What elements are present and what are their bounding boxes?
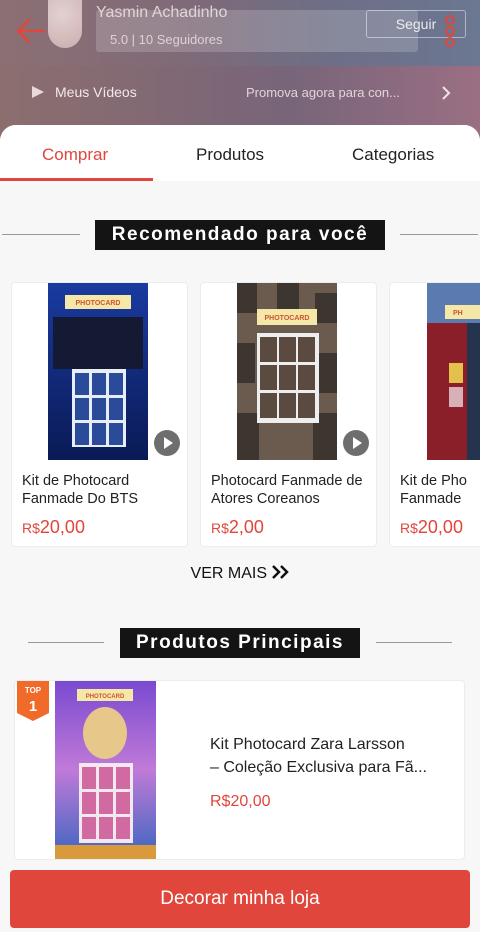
top-badge-label: TOP xyxy=(25,686,42,695)
chevron-right-icon xyxy=(442,86,451,100)
image-label: PH xyxy=(453,310,463,317)
my-videos-label: Meus Vídeos xyxy=(55,84,137,100)
price-value: 20,00 xyxy=(417,517,463,537)
image-label: PHOTOCARD xyxy=(86,694,125,700)
more-options-icon[interactable] xyxy=(440,14,460,48)
tab-bar: Comprar Produtos Categorias xyxy=(0,125,480,181)
product-title-continued: – Coleção Exclusiva para Fã... xyxy=(210,759,427,776)
product-image: PHOTOCARD xyxy=(55,681,156,859)
product-title-line: Kit de Photocard xyxy=(22,473,130,489)
divider xyxy=(28,642,104,643)
currency-symbol: R$ xyxy=(211,520,229,536)
tab-products[interactable]: Produtos xyxy=(196,145,264,165)
shop-name[interactable]: Yasmin Achadinho xyxy=(96,4,227,22)
product-card[interactable]: PH Kit de Pho Fanmade R$20,00 xyxy=(389,282,480,547)
recommended-carousel[interactable]: PHOTOCARD Kit de Photocard Fanmade Do BT… xyxy=(0,282,480,547)
shop-stats: 5.0 | 10 Seguidores xyxy=(110,32,223,47)
my-videos-row[interactable]: Meus Vídeos Promova agora para con... xyxy=(0,80,480,108)
product-price: R$20,00 xyxy=(400,517,463,538)
product-title: Kit de Photocard Fanmade Do BTS xyxy=(22,472,184,508)
currency-symbol: R$ xyxy=(400,520,418,536)
shop-content-sheet: Comprar Produtos Categorias Recomendado … xyxy=(0,125,480,932)
double-chevron-right-icon xyxy=(272,565,290,579)
product-price: R$2,00 xyxy=(211,517,264,538)
video-play-badge-icon xyxy=(154,430,180,456)
product-title-line: Fanmade Do BTS xyxy=(22,491,139,507)
product-image: PH xyxy=(427,283,480,460)
product-title: Photocard Fanmade de Atores Coreanos xyxy=(211,472,373,508)
currency-symbol: R$ xyxy=(22,520,40,536)
promote-link[interactable]: Promova agora para con... xyxy=(246,85,400,100)
recommended-heading-row: Recomendado para você xyxy=(0,220,480,250)
product-card[interactable]: PHOTOCARD Photocard Fanmade de Atores Co… xyxy=(200,282,377,547)
main-products-heading-row: Produtos Principais xyxy=(0,628,480,658)
product-price: R$20,00 xyxy=(210,793,271,810)
decorate-shop-button[interactable]: Decorar minha loja xyxy=(10,870,470,928)
main-products-heading: Produtos Principais xyxy=(120,628,360,658)
product-card[interactable]: PHOTOCARD Kit de Photocard Fanmade Do BT… xyxy=(11,282,188,547)
see-more-label: VER MAIS xyxy=(190,565,267,582)
top-rank-badge-icon: TOP 1 xyxy=(17,681,49,721)
image-label: PHOTOCARD xyxy=(76,300,121,307)
see-more-link[interactable]: VER MAIS xyxy=(0,565,480,583)
divider xyxy=(400,234,478,235)
video-play-icon xyxy=(32,86,44,98)
tab-buy[interactable]: Comprar xyxy=(42,145,108,165)
main-product-card[interactable]: PHOTOCARD TOP 1 Kit Photocard Zara Larss… xyxy=(14,680,465,860)
product-title: Kit de Pho Fanmade xyxy=(400,472,480,508)
price-value: 20,00 xyxy=(39,517,85,537)
recommended-heading: Recomendado para você xyxy=(95,220,385,250)
product-image: PHOTOCARD xyxy=(237,283,337,460)
product-title-line: Photocard Fanmade de xyxy=(211,473,363,489)
product-title-line: Kit de Pho xyxy=(400,473,467,489)
product-title-line: Atores Coreanos xyxy=(211,491,320,507)
divider xyxy=(376,642,452,643)
back-arrow-icon[interactable] xyxy=(14,14,48,48)
product-image: PHOTOCARD xyxy=(48,283,148,460)
avatar[interactable] xyxy=(48,0,82,48)
product-title-line: Fanmade xyxy=(400,491,462,507)
rank-number: 1 xyxy=(29,698,37,715)
product-price: R$20,00 xyxy=(22,517,85,538)
tab-categories[interactable]: Categorias xyxy=(352,145,434,165)
product-title: Kit Photocard Zara Larsson xyxy=(210,736,405,753)
price-value: 2,00 xyxy=(228,517,264,537)
video-play-badge-icon xyxy=(343,430,369,456)
divider xyxy=(2,234,80,235)
image-label: PHOTOCARD xyxy=(265,315,310,322)
